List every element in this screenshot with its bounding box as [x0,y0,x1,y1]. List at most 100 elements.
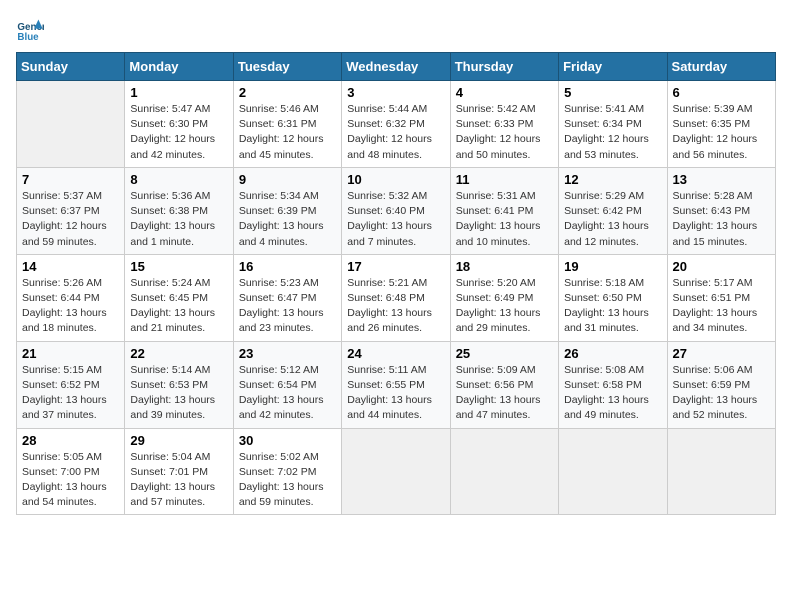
day-info: Sunrise: 5:17 AM Sunset: 6:51 PM Dayligh… [673,276,770,337]
weekday-header-monday: Monday [125,53,233,81]
calendar-cell: 15 Sunrise: 5:24 AM Sunset: 6:45 PM Dayli… [125,254,233,341]
calendar-cell [17,81,125,168]
weekday-header-thursday: Thursday [450,53,558,81]
logo-icon: General Blue [16,16,44,44]
calendar-cell: 20 Sunrise: 5:17 AM Sunset: 6:51 PM Dayli… [667,254,775,341]
day-number: 23 [239,346,336,361]
day-number: 21 [22,346,119,361]
calendar-cell: 5 Sunrise: 5:41 AM Sunset: 6:34 PM Daylig… [559,81,667,168]
calendar-cell: 7 Sunrise: 5:37 AM Sunset: 6:37 PM Daylig… [17,167,125,254]
day-number: 4 [456,85,553,100]
calendar-cell: 17Sunrise: 5:21 AM Sunset: 6:48 PM Dayli… [342,254,450,341]
svg-text:Blue: Blue [17,32,39,43]
day-info: Sunrise: 5:08 AM Sunset: 6:58 PM Dayligh… [564,363,661,424]
calendar-cell: 10Sunrise: 5:32 AM Sunset: 6:40 PM Dayli… [342,167,450,254]
calendar-cell: 9 Sunrise: 5:34 AM Sunset: 6:39 PM Daylig… [233,167,341,254]
day-number: 25 [456,346,553,361]
day-number: 15 [130,259,227,274]
day-number: 26 [564,346,661,361]
day-info: Sunrise: 5:28 AM Sunset: 6:43 PM Dayligh… [673,189,770,250]
calendar-cell [559,428,667,515]
day-info: Sunrise: 5:26 AM Sunset: 6:44 PM Dayligh… [22,276,119,337]
calendar-cell: 12Sunrise: 5:29 AM Sunset: 6:42 PM Dayli… [559,167,667,254]
day-number: 5 [564,85,661,100]
weekday-header-tuesday: Tuesday [233,53,341,81]
day-number: 16 [239,259,336,274]
calendar-cell: 19 Sunrise: 5:18 AM Sunset: 6:50 PM Dayli… [559,254,667,341]
calendar-table: SundayMondayTuesdayWednesdayThursdayFrid… [16,52,776,515]
calendar-cell: 6 Sunrise: 5:39 AM Sunset: 6:35 PM Daylig… [667,81,775,168]
day-number: 1 [130,85,227,100]
day-info: Sunrise: 5:06 AM Sunset: 6:59 PM Dayligh… [673,363,770,424]
day-number: 30 [239,433,336,448]
calendar-cell: 21 Sunrise: 5:15 AM Sunset: 6:52 PM Dayli… [17,341,125,428]
calendar-cell: 11 Sunrise: 5:31 AM Sunset: 6:41 PM Dayli… [450,167,558,254]
day-number: 13 [673,172,770,187]
day-number: 9 [239,172,336,187]
calendar-cell: 3 Sunrise: 5:44 AM Sunset: 6:32 PM Daylig… [342,81,450,168]
day-info: Sunrise: 5:46 AM Sunset: 6:31 PM Dayligh… [239,102,336,163]
day-info: Sunrise: 5:11 AM Sunset: 6:55 PM Dayligh… [347,363,444,424]
day-info: Sunrise: 5:05 AM Sunset: 7:00 PM Dayligh… [22,450,119,511]
calendar-cell: 13 Sunrise: 5:28 AM Sunset: 6:43 PM Dayli… [667,167,775,254]
day-number: 29 [130,433,227,448]
weekday-header-sunday: Sunday [17,53,125,81]
calendar-cell [450,428,558,515]
day-info: Sunrise: 5:31 AM Sunset: 6:41 PM Dayligh… [456,189,553,250]
day-number: 2 [239,85,336,100]
calendar-cell: 16 Sunrise: 5:23 AM Sunset: 6:47 PM Dayli… [233,254,341,341]
day-number: 20 [673,259,770,274]
calendar-cell: 24 Sunrise: 5:11 AM Sunset: 6:55 PM Dayli… [342,341,450,428]
day-number: 7 [22,172,119,187]
day-number: 22 [130,346,227,361]
day-info: Sunrise: 5:24 AM Sunset: 6:45 PM Dayligh… [130,276,227,337]
day-info: Sunrise: 5:20 AM Sunset: 6:49 PM Dayligh… [456,276,553,337]
page-header: General Blue [16,16,776,44]
calendar-cell: 25 Sunrise: 5:09 AM Sunset: 6:56 PM Dayli… [450,341,558,428]
day-info: Sunrise: 5:29 AM Sunset: 6:42 PM Dayligh… [564,189,661,250]
day-info: Sunrise: 5:34 AM Sunset: 6:39 PM Dayligh… [239,189,336,250]
calendar-cell: 8 Sunrise: 5:36 AM Sunset: 6:38 PM Daylig… [125,167,233,254]
day-number: 27 [673,346,770,361]
day-info: Sunrise: 5:44 AM Sunset: 6:32 PM Dayligh… [347,102,444,163]
day-info: Sunrise: 5:14 AM Sunset: 6:53 PM Dayligh… [130,363,227,424]
calendar-cell: 26 Sunrise: 5:08 AM Sunset: 6:58 PM Dayli… [559,341,667,428]
day-info: Sunrise: 5:47 AM Sunset: 6:30 PM Dayligh… [130,102,227,163]
day-number: 6 [673,85,770,100]
day-info: Sunrise: 5:15 AM Sunset: 6:52 PM Dayligh… [22,363,119,424]
day-info: Sunrise: 5:02 AM Sunset: 7:02 PM Dayligh… [239,450,336,511]
logo: General Blue [16,16,48,44]
day-info: Sunrise: 5:09 AM Sunset: 6:56 PM Dayligh… [456,363,553,424]
calendar-cell: 4 Sunrise: 5:42 AM Sunset: 6:33 PM Daylig… [450,81,558,168]
calendar-cell: 2 Sunrise: 5:46 AM Sunset: 6:31 PM Daylig… [233,81,341,168]
day-info: Sunrise: 5:32 AM Sunset: 6:40 PM Dayligh… [347,189,444,250]
day-info: Sunrise: 5:23 AM Sunset: 6:47 PM Dayligh… [239,276,336,337]
day-number: 8 [130,172,227,187]
day-number: 18 [456,259,553,274]
day-number: 11 [456,172,553,187]
day-info: Sunrise: 5:39 AM Sunset: 6:35 PM Dayligh… [673,102,770,163]
day-info: Sunrise: 5:42 AM Sunset: 6:33 PM Dayligh… [456,102,553,163]
day-number: 14 [22,259,119,274]
calendar-cell: 1 Sunrise: 5:47 AM Sunset: 6:30 PM Daylig… [125,81,233,168]
weekday-header-friday: Friday [559,53,667,81]
day-info: Sunrise: 5:37 AM Sunset: 6:37 PM Dayligh… [22,189,119,250]
calendar-cell: 22 Sunrise: 5:14 AM Sunset: 6:53 PM Dayli… [125,341,233,428]
calendar-cell: 29 Sunrise: 5:04 AM Sunset: 7:01 PM Dayli… [125,428,233,515]
calendar-cell: 30 Sunrise: 5:02 AM Sunset: 7:02 PM Dayli… [233,428,341,515]
day-info: Sunrise: 5:18 AM Sunset: 6:50 PM Dayligh… [564,276,661,337]
calendar-cell [342,428,450,515]
weekday-header-saturday: Saturday [667,53,775,81]
day-number: 28 [22,433,119,448]
day-number: 19 [564,259,661,274]
day-info: Sunrise: 5:04 AM Sunset: 7:01 PM Dayligh… [130,450,227,511]
calendar-cell: 18 Sunrise: 5:20 AM Sunset: 6:49 PM Dayli… [450,254,558,341]
day-info: Sunrise: 5:41 AM Sunset: 6:34 PM Dayligh… [564,102,661,163]
calendar-cell: 14 Sunrise: 5:26 AM Sunset: 6:44 PM Dayli… [17,254,125,341]
day-number: 24 [347,346,444,361]
weekday-header-wednesday: Wednesday [342,53,450,81]
day-info: Sunrise: 5:36 AM Sunset: 6:38 PM Dayligh… [130,189,227,250]
day-info: Sunrise: 5:21 AM Sunset: 6:48 PM Dayligh… [347,276,444,337]
calendar-cell: 27 Sunrise: 5:06 AM Sunset: 6:59 PM Dayli… [667,341,775,428]
day-number: 3 [347,85,444,100]
